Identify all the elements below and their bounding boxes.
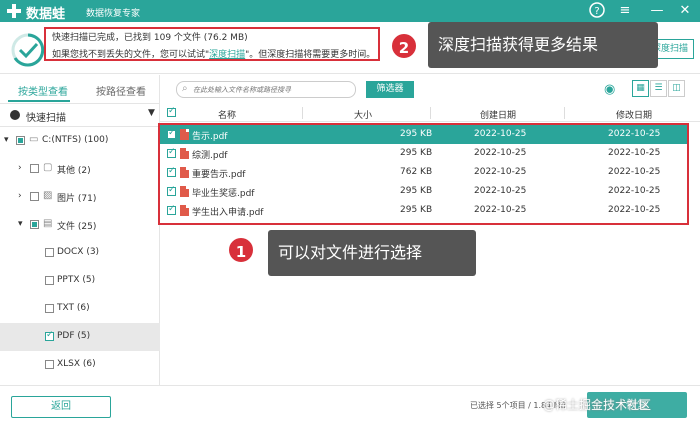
- tab-by-path[interactable]: 按路径查看: [96, 83, 146, 98]
- chevron-down-icon: ▼: [148, 108, 155, 118]
- expand-icon[interactable]: ›: [18, 191, 22, 201]
- tree-checkbox[interactable]: [45, 330, 54, 341]
- drive-icon: ▭: [29, 134, 39, 145]
- search-box[interactable]: ⌕: [176, 81, 356, 98]
- tree-label: C:(NTFS) (100): [42, 135, 109, 145]
- tree-item-images[interactable]: › ▨ 图片 (71): [0, 183, 160, 211]
- tree-checkbox[interactable]: [45, 276, 54, 285]
- header-size[interactable]: 大小: [354, 108, 372, 121]
- callout-number-1: 1: [227, 236, 255, 264]
- tree-item-xlsx[interactable]: XLSX (6): [0, 351, 160, 379]
- tree-item-txt[interactable]: TXT (6): [0, 295, 160, 323]
- header-name[interactable]: 名称: [218, 108, 236, 121]
- preview-eye-icon[interactable]: ◉: [604, 82, 615, 97]
- list-view-icon[interactable]: ☰: [650, 80, 667, 97]
- select-all-checkbox[interactable]: [167, 106, 176, 117]
- search-input[interactable]: [193, 83, 353, 96]
- tree-item-drive-c[interactable]: ▾ ▭ C:(NTFS) (100): [0, 127, 160, 155]
- svg-text:?: ?: [594, 6, 599, 17]
- file-table-header: 名称 大小 创建日期 修改日期: [160, 104, 700, 122]
- tree-item-docx[interactable]: DOCX (3): [0, 239, 160, 267]
- tree-label: XLSX (6): [57, 359, 96, 369]
- callout-number-2: 2: [390, 32, 418, 60]
- header-created[interactable]: 创建日期: [480, 108, 516, 121]
- status-highlight-box: [44, 27, 380, 61]
- column-separator: [430, 107, 431, 119]
- tree-checkbox[interactable]: [45, 304, 54, 313]
- app-subtitle: 数据恢复专家: [86, 9, 141, 19]
- sidebar-tabs: 按类型查看 按路径查看: [0, 75, 160, 103]
- callout-deep-scan: 深度扫描获得更多结果: [428, 22, 658, 68]
- scan-mode-select[interactable]: 快速扫描 ▼: [0, 103, 160, 127]
- footer-bar: 返回 已选择 5个项目 / 1.84 MB 恢复 @稀土掘金技术社区: [0, 385, 700, 427]
- tree-item-pptx[interactable]: PPTX (5): [0, 267, 160, 295]
- collapse-icon[interactable]: ▾: [4, 135, 9, 145]
- tree-label: DOCX (3): [57, 247, 100, 257]
- detail-view-icon[interactable]: ◫: [668, 80, 685, 97]
- scan-mode-icon: [10, 110, 20, 120]
- scan-mode-label: 快速扫描: [26, 113, 66, 124]
- tree-checkbox[interactable]: [30, 220, 39, 229]
- collapse-icon[interactable]: ▾: [18, 219, 23, 229]
- app-name: 数据蛙: [26, 7, 66, 22]
- grid-view-icon[interactable]: ▦: [632, 80, 649, 97]
- tree-item-other[interactable]: › ▢ 其他 (2): [0, 155, 160, 183]
- close-icon[interactable]: ✕: [676, 2, 694, 20]
- filter-button[interactable]: 筛选器: [366, 81, 414, 98]
- tree-checkbox[interactable]: [16, 136, 25, 145]
- tree-checkbox[interactable]: [30, 164, 39, 173]
- tree-item-pdf[interactable]: PDF (5): [0, 323, 160, 351]
- search-icon: ⌕: [182, 83, 188, 94]
- expand-icon[interactable]: ›: [18, 163, 22, 173]
- tree-label: 其他 (2): [57, 166, 91, 176]
- callout-select-files: 可以对文件进行选择: [268, 230, 476, 276]
- file-toolbar: ⌕ 筛选器 ◉ ▦ ☰ ◫: [160, 75, 700, 103]
- minimize-icon[interactable]: —: [648, 2, 666, 20]
- image-icon: ▨: [43, 190, 53, 201]
- column-separator: [564, 107, 565, 119]
- active-tab-indicator: [8, 100, 70, 102]
- tree-label: PDF (5): [57, 331, 91, 341]
- tree-label: TXT (6): [57, 303, 90, 313]
- sidebar: 按类型查看 按路径查看 快速扫描 ▼ ▾ ▭ C:(NTFS) (100) › …: [0, 75, 160, 385]
- header-modified[interactable]: 修改日期: [616, 108, 652, 121]
- menu-icon[interactable]: ≡: [616, 2, 634, 20]
- tree-label: 文件 (25): [57, 222, 97, 232]
- tree-checkbox[interactable]: [45, 360, 54, 369]
- tab-by-type[interactable]: 按类型查看: [18, 83, 68, 98]
- tree-checkbox[interactable]: [30, 192, 39, 201]
- scan-complete-check-icon: [11, 33, 45, 67]
- help-icon[interactable]: ?: [588, 2, 606, 20]
- column-separator: [302, 107, 303, 119]
- tree-label: PPTX (5): [57, 275, 96, 285]
- tree-item-documents[interactable]: ▾ ▤ 文件 (25): [0, 211, 160, 239]
- document-icon: ▤: [43, 218, 53, 229]
- tree-label: 图片 (71): [57, 194, 97, 204]
- app-logo-icon: [7, 4, 21, 18]
- folder-icon: ▢: [43, 162, 53, 173]
- watermark: @稀土掘金技术社区: [543, 398, 652, 412]
- file-list-highlight-box: [158, 123, 689, 225]
- tree-checkbox[interactable]: [45, 248, 54, 257]
- back-button[interactable]: 返回: [11, 396, 111, 418]
- title-bar: 数据蛙 数据恢复专家 ? ≡ — ✕: [0, 0, 700, 22]
